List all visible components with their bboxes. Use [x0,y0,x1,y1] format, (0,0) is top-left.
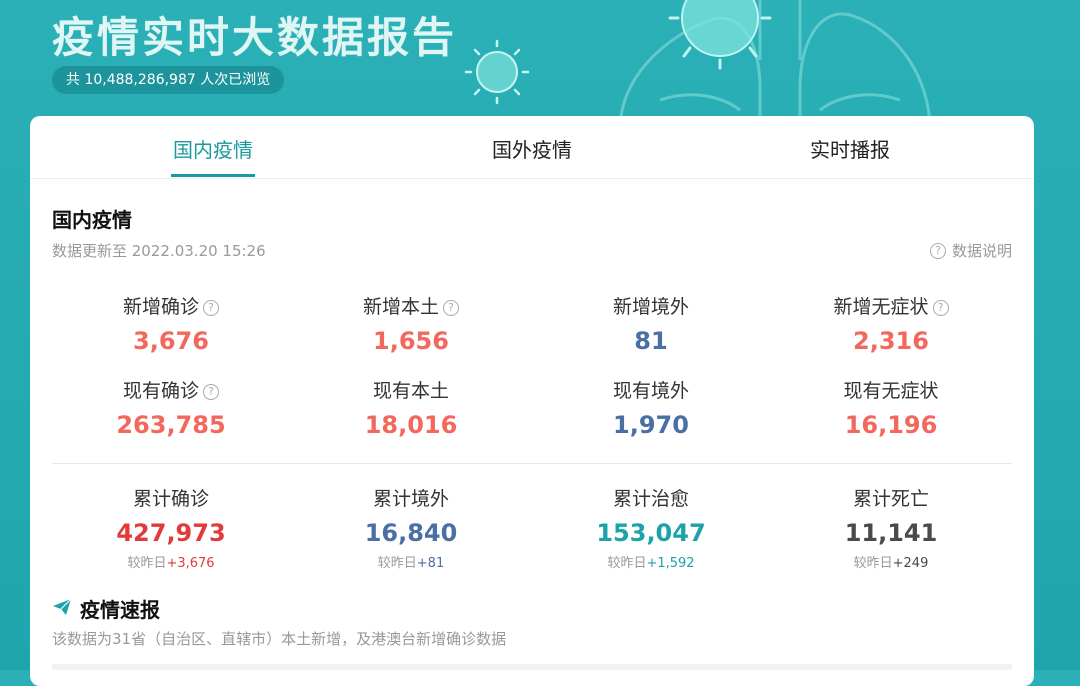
virus-icon-small [464,39,530,105]
total-deaths: 累计死亡 11,141 较昨日+249 [771,486,1011,571]
help-icon[interactable]: ? [443,300,459,316]
stat-current-confirmed: 现有确诊? 263,785 [51,378,291,442]
stat-value: 2,316 [853,327,929,355]
stat-value: 16,196 [844,411,938,439]
stat-label: 新增境外 [612,296,689,318]
total-confirmed: 累计确诊 427,973 较昨日+3,676 [51,486,291,571]
virus-icon-large [681,0,759,57]
tab-live-broadcast[interactable]: 实时播报 [810,134,890,163]
stat-current-asymptomatic: 现有无症状 16,196 [771,378,1011,442]
active-tab-indicator [171,174,255,177]
total-cured: 累计治愈 153,047 较昨日+1,592 [531,486,771,571]
stat-value: 3,676 [133,327,209,355]
daily-change-delta: +1,592 [646,556,695,571]
stat-label: 新增无症状 [833,296,929,318]
tab-domestic[interactable]: 国内疫情 [173,134,253,163]
stat-current-local: 现有本土 18,016 [291,378,531,442]
stat-value: 153,047 [596,519,706,547]
stat-label: 新增确诊 [122,296,199,318]
stat-label: 累计确诊 [132,488,209,510]
page-title: 疫情实时大数据报告 [52,13,458,62]
hero-banner: 疫情实时大数据报告 共 10,488,286,987 人次已浏览 [0,0,1080,130]
stat-label: 现有本土 [372,380,449,402]
stat-value: 16,840 [364,519,458,547]
brief-description: 该数据为31省（自治区、直辖市）本土新增，及港澳台新增确诊数据 [52,630,507,648]
stat-label: 累计治愈 [612,488,689,510]
help-icon[interactable]: ? [203,384,219,400]
data-explanation-link[interactable]: ? 数据说明 [929,240,1012,261]
stat-value: 11,141 [844,519,938,547]
tab-bar: 国内疫情 国外疫情 实时播报 [30,116,1034,179]
views-counter-badge: 共 10,488,286,987 人次已浏览 [52,66,285,94]
stat-new-imported: 新增境外 81 [531,294,771,358]
section-divider [52,463,1012,464]
stat-value: 81 [634,327,668,355]
stat-value: 18,016 [364,411,458,439]
stat-label: 新增本土 [362,296,439,318]
stat-value: 263,785 [116,411,226,439]
stat-label: 现有境外 [612,380,689,402]
tab-international[interactable]: 国外疫情 [492,134,572,163]
daily-change: 较昨日+249 [853,556,929,571]
daily-change: 较昨日+81 [377,556,445,571]
stat-new-confirmed: 新增确诊? 3,676 [51,294,291,358]
stat-label: 累计死亡 [852,488,929,510]
domestic-stats-card: 国内疫情 国外疫情 实时播报 国内疫情 数据更新至 2022.03.20 15:… [30,116,1034,686]
virus-lungs-illustration [464,0,932,130]
update-timestamp: 数据更新至 2022.03.20 15:26 [52,242,266,260]
daily-change: 较昨日+1,592 [607,556,695,571]
stat-label: 现有无症状 [843,380,939,402]
brief-section-title: 疫情速报 [80,598,160,622]
stat-value: 427,973 [116,519,226,547]
brief-table-header [52,664,1012,670]
question-circle-icon: ? [929,243,946,259]
stat-new-asymptomatic: 新增无症状? 2,316 [771,294,1011,358]
stat-label: 累计境外 [372,488,449,510]
daily-change-delta: +249 [892,556,929,571]
help-icon[interactable]: ? [932,300,949,316]
section-title: 国内疫情 [52,208,132,232]
data-explanation-label: 数据说明 [951,242,1012,260]
stat-new-local: 新增本土? 1,656 [291,294,531,358]
stat-value: 1,970 [613,411,689,439]
stat-label: 现有确诊 [122,380,199,402]
paper-plane-icon [53,598,72,615]
stat-value: 1,656 [373,327,449,355]
daily-change: 较昨日+3,676 [127,556,215,571]
stat-current-imported: 现有境外 1,970 [531,378,771,442]
daily-change-delta: +81 [416,556,445,571]
help-icon[interactable]: ? [203,300,219,316]
total-imported: 累计境外 16,840 较昨日+81 [291,486,531,571]
daily-change-delta: +3,676 [166,556,215,571]
